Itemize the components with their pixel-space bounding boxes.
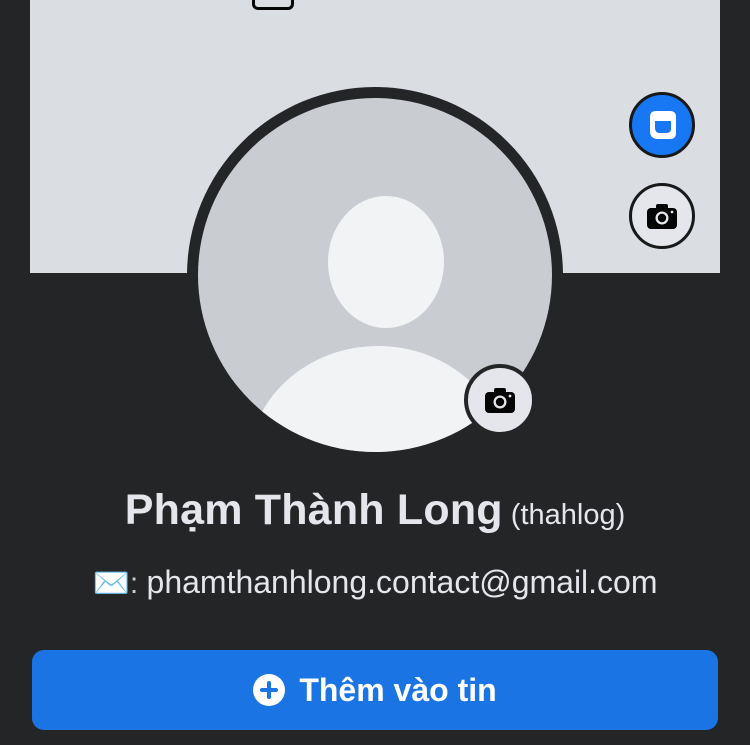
camera-icon	[647, 204, 677, 229]
add-to-story-label: Thêm vào tin	[299, 671, 497, 708]
envelope-icon: ✉️:	[92, 567, 147, 600]
profile-camera-button[interactable]	[464, 364, 536, 436]
email-row: ✉️: phamthanhlong.contact@gmail.com	[0, 564, 750, 601]
plus-circle-icon	[253, 674, 286, 706]
profile-nickname: (thahlog)	[510, 499, 626, 531]
avatar-icon	[650, 111, 676, 139]
profile-name-row: Phạm Thành Long (thahlog)	[0, 486, 750, 535]
profile-name: Phạm Thành Long	[124, 486, 503, 534]
profile-screen: Phạm Thành Long (thahlog) ✉️: phamthanhlo…	[0, 0, 750, 745]
cover-edit-icon	[252, 0, 294, 10]
add-to-story-button[interactable]: Thêm vào tin	[32, 650, 718, 730]
email-address: phamthanhlong.contact@gmail.com	[146, 564, 658, 600]
default-avatar-head	[328, 196, 444, 328]
avatar-button[interactable]	[629, 92, 695, 158]
camera-icon	[485, 388, 515, 413]
cover-camera-button[interactable]	[629, 183, 695, 249]
